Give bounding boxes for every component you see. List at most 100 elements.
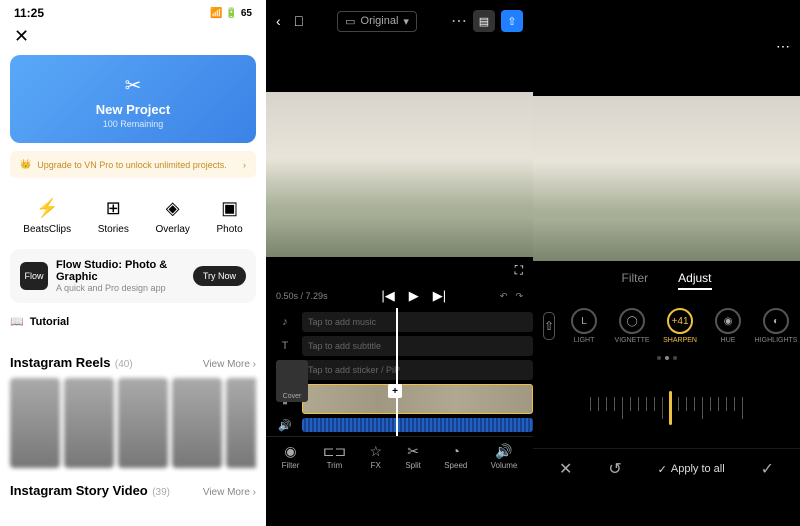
view-more-link[interactable]: View More › — [203, 359, 256, 370]
slider-indicator[interactable] — [669, 391, 672, 425]
adjust-screen: ⋯ Filter Adjust ⇧ LLIGHT ◯VIGNETTE +41SH… — [533, 0, 800, 526]
next-frame-button[interactable]: ▶| — [433, 288, 446, 304]
close-button[interactable]: ✕ — [0, 26, 266, 47]
book-icon: 📖 — [10, 315, 24, 328]
banner-text: Upgrade to VN Pro to unlock unlimited pr… — [37, 160, 237, 170]
more-icon[interactable]: ⋯ — [451, 11, 467, 31]
confirm-button[interactable]: ✓ — [761, 459, 774, 479]
thumb[interactable] — [118, 378, 168, 468]
tool-overlay[interactable]: ◈Overlay — [155, 196, 189, 235]
more-button[interactable]: ⋯ — [776, 38, 790, 55]
reels-thumbs[interactable] — [10, 378, 256, 468]
tool-filter[interactable]: ◉Filter — [282, 443, 300, 470]
tool-stories[interactable]: ⊞Stories — [98, 196, 129, 235]
reset-button[interactable]: ↺ — [608, 459, 621, 479]
prev-frame-button[interactable]: |◀ — [381, 288, 394, 304]
status-bar: 11:25 📶 🔋 65 — [0, 0, 266, 26]
adjustment-row[interactable]: ⇧ LLIGHT ◯VIGNETTE +41SHARPEN ◉HUE ◐HIGH… — [533, 300, 800, 352]
star-icon: ☆ — [369, 443, 382, 459]
aspect-icon: ▭ — [345, 15, 355, 28]
audio-track[interactable]: 🔊 — [276, 418, 533, 432]
section-story: Instagram Story Video (39) View More › — [0, 482, 266, 506]
promo-title: Flow Studio: Photo & Graphic — [56, 259, 185, 283]
split-icon: ✂ — [407, 443, 419, 459]
fullscreen-button[interactable]: ⛶ — [266, 257, 533, 284]
aspect-selector[interactable]: ▭ Original ▾ — [337, 11, 417, 32]
new-project-card[interactable]: ✂ New Project 100 Remaining — [10, 55, 256, 143]
tool-split[interactable]: ✂Split — [405, 443, 421, 470]
time-total: 7.29s — [306, 291, 328, 301]
time-current: 0.50s — [276, 291, 298, 301]
filter-adjust-tabs: Filter Adjust — [533, 261, 800, 300]
thumb[interactable] — [226, 378, 256, 468]
sticker-track[interactable]: ◧Tap to add sticker / PiP — [276, 360, 533, 380]
bolt-icon: ⚡ — [35, 196, 59, 220]
editor-topbar: ‹ ⎕ ▭ Original ▾ ⋯ ▤ ⇧ — [266, 0, 533, 42]
crown-icon: 👑 — [20, 159, 31, 170]
view-more-link[interactable]: View More › — [203, 487, 256, 498]
tool-photo[interactable]: ▣Photo — [217, 196, 243, 235]
tutorial-link[interactable]: 📖 Tutorial — [10, 315, 256, 328]
adj-hue[interactable]: ◉HUE — [709, 308, 747, 344]
play-button[interactable]: ▶ — [409, 288, 419, 304]
vol-icon: 🔊 — [495, 443, 512, 459]
trim-icon: ⊏⊐ — [323, 443, 346, 459]
music-track[interactable]: ♪Tap to add music — [276, 312, 533, 332]
back-button[interactable]: ‹ — [276, 13, 281, 29]
apply-all-toggle[interactable]: ✓Apply to all — [658, 463, 725, 476]
tool-beatsclips[interactable]: ⚡BeatsClips — [23, 196, 71, 235]
volume-icon: 🔊 — [276, 419, 294, 432]
upgrade-banner[interactable]: 👑 Upgrade to VN Pro to unlock unlimited … — [10, 151, 256, 178]
promo-text: Flow Studio: Photo & Graphic A quick and… — [56, 259, 185, 293]
promo-card[interactable]: Flow Flow Studio: Photo & Graphic A quic… — [10, 249, 256, 303]
try-now-button[interactable]: Try Now — [193, 266, 246, 286]
thumb[interactable] — [64, 378, 114, 468]
thumb[interactable] — [10, 378, 60, 468]
value-slider[interactable] — [533, 378, 800, 438]
text-icon: T — [276, 340, 294, 352]
adj-sharpen[interactable]: +41SHARPEN — [661, 308, 699, 344]
bottom-toolbar: ◉Filter ⊏⊐Trim ☆FX ✂Split ◔Speed 🔊Volume — [266, 436, 533, 476]
adj-vignette[interactable]: ◯VIGNETTE — [613, 308, 651, 344]
video-preview[interactable] — [533, 96, 800, 261]
save-button[interactable]: ▤ — [473, 10, 495, 32]
status-right: 📶 🔋 65 — [210, 8, 252, 19]
timeline-controls: 0.50s / 7.29s |◀ ▶ ▶| ↶ ↷ — [266, 284, 533, 308]
tool-volume[interactable]: 🔊Volume — [491, 443, 518, 470]
check-icon: ✓ — [658, 463, 667, 476]
cover-button[interactable]: Cover — [276, 360, 308, 402]
promo-sub: A quick and Pro design app — [56, 283, 185, 293]
undo-button[interactable]: ↶ — [500, 291, 508, 302]
section-reels: Instagram Reels (40) View More › — [0, 354, 266, 468]
timeline-tracks[interactable]: ♪Tap to add music TTap to add subtitle ◧… — [266, 308, 533, 436]
tool-fx[interactable]: ☆FX — [369, 443, 382, 470]
tab-filter[interactable]: Filter — [621, 271, 648, 290]
thumb[interactable] — [172, 378, 222, 468]
editor-screen: ‹ ⎕ ▭ Original ▾ ⋯ ▤ ⇧ ⛶ 0.50s / 7.29s |… — [266, 0, 533, 526]
signal-icon: 📶 — [210, 8, 222, 19]
tab-adjust[interactable]: Adjust — [678, 271, 711, 290]
new-project-title: New Project — [10, 102, 256, 117]
chevron-down-icon: ▾ — [403, 15, 409, 28]
video-preview[interactable] — [266, 92, 533, 257]
export-button[interactable]: ⇧ — [501, 10, 523, 32]
cancel-button[interactable]: ✕ — [559, 459, 572, 479]
new-project-sub: 100 Remaining — [10, 119, 256, 129]
adj-light[interactable]: LLIGHT — [565, 308, 603, 344]
tool-speed[interactable]: ◔Speed — [444, 443, 467, 470]
redo-button[interactable]: ↷ — [515, 291, 523, 302]
status-time: 11:25 — [14, 6, 44, 20]
subtitle-track[interactable]: TTap to add subtitle — [276, 336, 533, 356]
section-title: Instagram Story Video — [10, 483, 148, 498]
video-track[interactable]: ▮ — [276, 384, 533, 414]
grid-icon: ⊞ — [101, 196, 125, 220]
playhead[interactable] — [396, 308, 398, 436]
filter-icon: ◉ — [284, 443, 296, 459]
tool-trim[interactable]: ⊏⊐Trim — [323, 443, 346, 470]
add-clip-button[interactable]: + — [388, 384, 402, 398]
bookmark-icon[interactable]: ⎕ — [295, 13, 303, 30]
adj-highlights[interactable]: ◐HIGHLIGHTS — [757, 308, 795, 344]
tool-row: ⚡BeatsClips ⊞Stories ◈Overlay ▣Photo — [0, 188, 266, 249]
photo-icon: ▣ — [218, 196, 242, 220]
share-button[interactable]: ⇧ — [543, 312, 555, 340]
